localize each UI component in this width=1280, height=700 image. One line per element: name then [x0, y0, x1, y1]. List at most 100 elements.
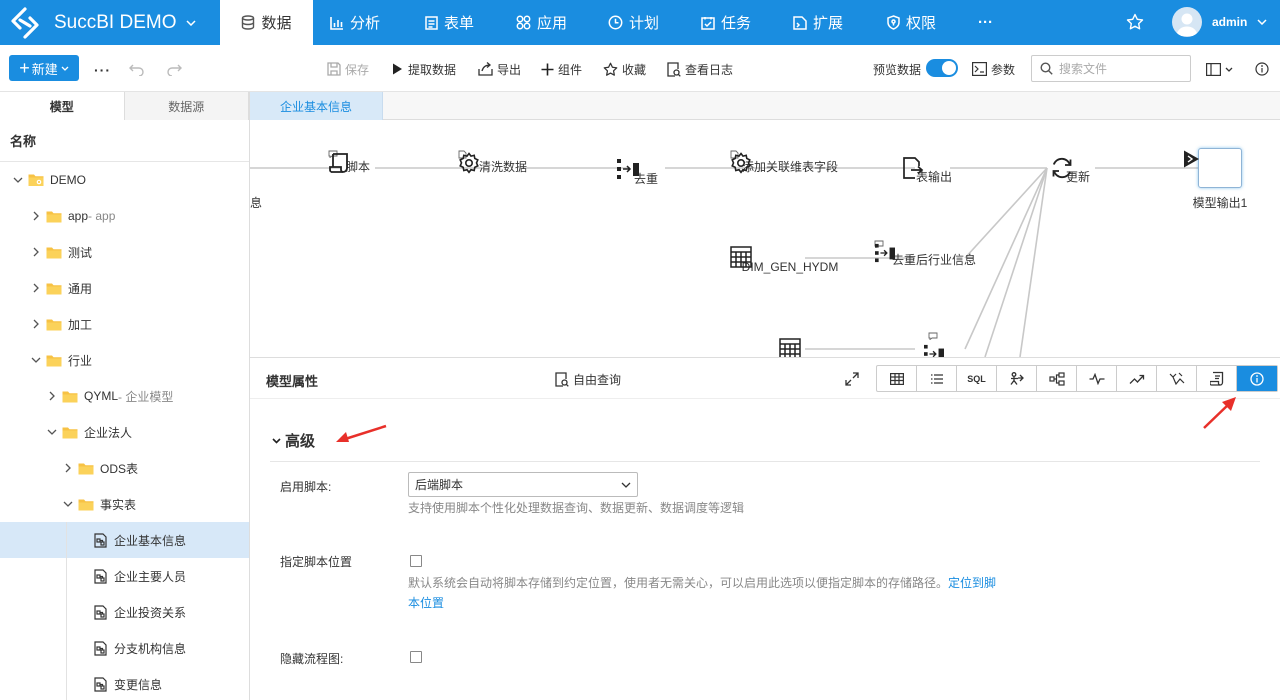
app-logo-menu[interactable]: SuccBI DEMO: [8, 0, 220, 45]
chevron-right-icon[interactable]: [46, 391, 58, 401]
chevron-down-icon[interactable]: [46, 429, 58, 435]
extract-data-button[interactable]: 提取数据: [390, 58, 456, 80]
chevron-down-icon[interactable]: [12, 177, 24, 183]
user-menu[interactable]: admin: [1172, 7, 1267, 37]
nav-item-permission[interactable]: 权限: [887, 0, 936, 45]
redo-button[interactable]: [165, 58, 183, 80]
undo-button[interactable]: [128, 58, 146, 80]
export-button[interactable]: 导出: [478, 58, 521, 80]
undo-icon: [129, 64, 144, 76]
layout-button[interactable]: [1206, 58, 1233, 80]
flow-node-add-dim-fields[interactable]: 添加关联维表字段: [730, 150, 850, 175]
search-input[interactable]: [1059, 61, 1179, 76]
list-view-button[interactable]: [917, 366, 957, 391]
tree-item-folder[interactable]: app - app: [0, 198, 249, 234]
tree-item-folder[interactable]: 企业法人: [0, 414, 249, 450]
task-icon: [701, 16, 715, 30]
flow-node-table-output[interactable]: 表输出: [902, 156, 966, 185]
info-button[interactable]: [1237, 366, 1277, 391]
more-label: ···: [978, 14, 993, 31]
tab-enterprise-basic-info[interactable]: 企业基本信息: [250, 92, 383, 120]
relation-button[interactable]: [1037, 366, 1077, 391]
nav-item-forms[interactable]: 表单: [425, 0, 474, 45]
search-icon: [1040, 62, 1053, 75]
script-location-label: 指定脚本位置: [280, 555, 353, 569]
model-properties-panel: 高级 启用脚本: 后端脚本 支持使用脚本个性化处理数据查询、数据更新、数据调度等…: [250, 400, 1280, 700]
info-button[interactable]: [1255, 58, 1269, 80]
nav-item-data[interactable]: 数据: [220, 0, 313, 45]
expand-icon[interactable]: [845, 372, 859, 386]
tree-item-model[interactable]: 企业基本信息: [0, 522, 249, 558]
folder-icon: [78, 498, 94, 511]
grid-view-button[interactable]: [877, 366, 917, 391]
flow-node-dim-gen-hydm[interactable]: DIM_GEN_HYDM: [730, 246, 850, 274]
nav-item-label: 数据: [261, 15, 292, 32]
sql-view-button[interactable]: SQL: [957, 366, 997, 391]
nav-item-analysis[interactable]: 分析: [330, 0, 380, 45]
nav-item-plan[interactable]: 计划: [608, 0, 659, 45]
flow-node-dedup-industry[interactable]: 去重后行业信息: [874, 240, 994, 268]
flow-node-partial[interactable]: 息: [250, 194, 268, 211]
tree-item-model[interactable]: 变更信息: [0, 666, 249, 700]
tree-item-folder[interactable]: 通用: [0, 270, 249, 306]
save-label: 保存: [345, 62, 370, 77]
tree-item-model[interactable]: 分支机构信息: [0, 630, 249, 666]
chevron-down-icon[interactable]: [62, 501, 74, 507]
trend-button[interactable]: [1117, 366, 1157, 391]
gear-icon: [459, 152, 479, 174]
chevron-right-icon[interactable]: [30, 283, 42, 293]
tree-item-folder[interactable]: QYML - 企业模型: [0, 378, 249, 414]
params-button[interactable]: 参数: [972, 58, 1015, 80]
chevron-right-icon[interactable]: [30, 211, 42, 221]
chevron-right-icon[interactable]: [30, 319, 42, 329]
flow-node-clean-data[interactable]: 清洗数据: [458, 150, 548, 175]
section-advanced[interactable]: 高级: [272, 430, 315, 451]
star-icon[interactable]: [1126, 13, 1144, 31]
favorite-button[interactable]: 收藏: [603, 58, 646, 80]
folder-icon: [46, 282, 62, 295]
compare-button[interactable]: [1157, 366, 1197, 391]
flow-node-refresh[interactable]: 更新: [1050, 156, 1106, 185]
new-button[interactable]: + 新建: [9, 55, 79, 81]
hide-flow-checkbox[interactable]: [410, 651, 422, 663]
chevron-right-icon[interactable]: [62, 463, 74, 473]
nav-item-task[interactable]: 任务: [701, 0, 751, 45]
preview-data-toggle[interactable]: [926, 59, 958, 77]
nav-more-button[interactable]: ···: [978, 0, 993, 45]
script-view-button[interactable]: [1197, 366, 1237, 391]
chevron-down-icon[interactable]: [30, 357, 42, 363]
model-tree: DEMO app - app 测试 通用 加工 行业 QYML - 企业模型 企业法人 ODS表…: [0, 162, 249, 700]
left-panel: 模型 数据源 名称 DEMO app - app 测试 通用 加工 行业 QYML - 企业…: [0, 92, 250, 700]
tab-model[interactable]: 模型: [0, 92, 125, 120]
tree-item-model[interactable]: 企业投资关系: [0, 594, 249, 630]
flow-canvas[interactable]: 息 脚本 清洗数据 去重 添加关联维表字段 表输出 更新 模型输出1 DIM_G…: [250, 120, 1280, 357]
view-log-button[interactable]: 查看日志: [667, 58, 733, 80]
component-button[interactable]: 组件: [541, 58, 582, 80]
tree-item-model[interactable]: 企业主要人员: [0, 558, 249, 594]
save-button[interactable]: 保存: [327, 58, 369, 80]
script-location-checkbox[interactable]: [410, 555, 422, 567]
tree-item-folder[interactable]: DEMO: [0, 162, 249, 198]
tree-item-folder[interactable]: ODS表: [0, 450, 249, 486]
search-box[interactable]: [1031, 55, 1191, 82]
free-query-button[interactable]: 自由查询: [555, 371, 621, 388]
tree-item-folder[interactable]: 测试: [0, 234, 249, 270]
tree-item-folder[interactable]: 事实表: [0, 486, 249, 522]
more-button[interactable]: ···: [94, 59, 111, 81]
chevron-right-icon[interactable]: [30, 247, 42, 257]
nav-item-apps[interactable]: 应用: [516, 0, 567, 45]
tree-item-label: app: [68, 209, 89, 223]
tree-item-folder[interactable]: 行业: [0, 342, 249, 378]
enable-script-select[interactable]: 后端脚本: [408, 472, 638, 497]
tree-item-folder[interactable]: 加工: [0, 306, 249, 342]
model-output-box: [1184, 148, 1242, 188]
pulse-button[interactable]: [1077, 366, 1117, 391]
redo-icon: [167, 64, 182, 76]
tab-datasource[interactable]: 数据源: [124, 92, 249, 120]
gear-icon: [731, 152, 751, 174]
lineage-button[interactable]: [997, 366, 1037, 391]
flow-node-script[interactable]: 脚本: [328, 150, 388, 175]
nav-item-extension[interactable]: 扩展: [793, 0, 843, 45]
flow-node-model-output[interactable]: 模型输出1: [1180, 148, 1260, 211]
flow-node-dedup[interactable]: 去重: [616, 158, 676, 187]
